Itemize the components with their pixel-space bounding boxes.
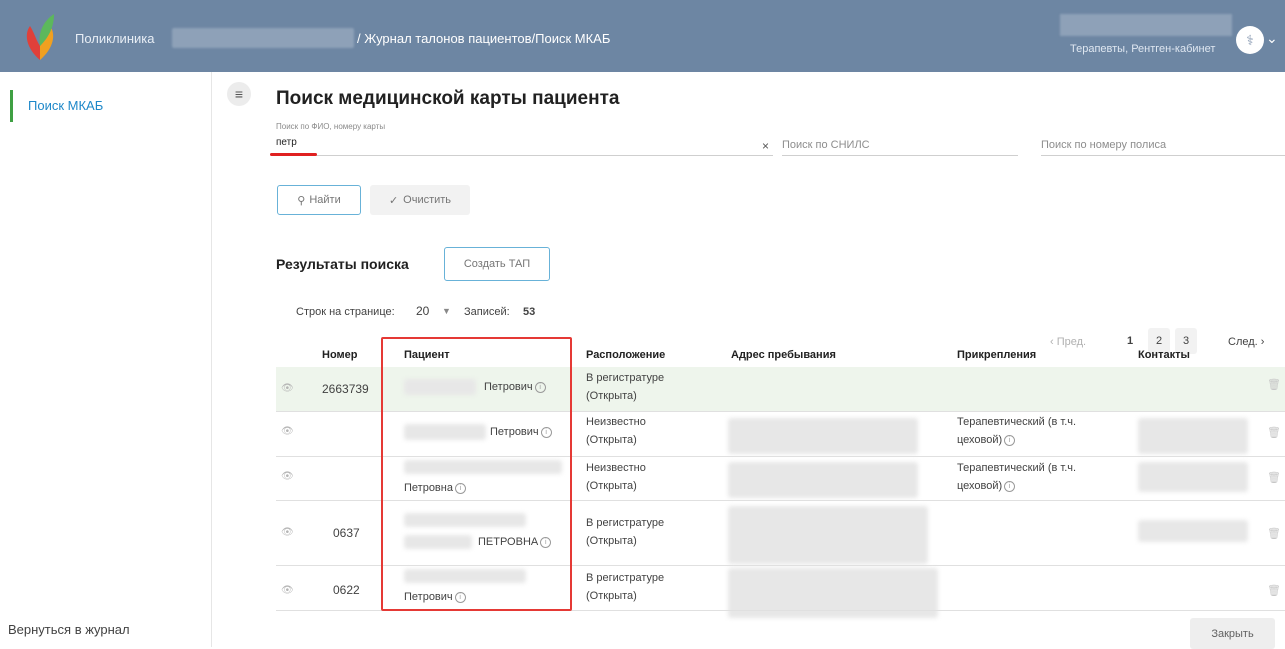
location-status: В регистратуре — [586, 572, 665, 584]
records-label: Записей: — [464, 306, 510, 318]
highlight-underline — [270, 153, 317, 156]
location-state: (Открыта) — [586, 590, 637, 602]
record-number: 0622 — [333, 583, 360, 597]
eye-icon[interactable]: 👁 — [281, 383, 294, 394]
back-to-journal-link[interactable]: Вернуться в журнал — [8, 622, 130, 637]
location-status: В регистратуре — [586, 372, 665, 384]
eye-icon[interactable]: 👁 — [281, 471, 294, 482]
hamburger-icon: ≡ — [234, 86, 244, 102]
menu-toggle-button[interactable]: ≡ — [227, 82, 251, 106]
location-state: (Открыта) — [586, 434, 637, 446]
trash-icon[interactable]: 🗑 — [1267, 471, 1281, 484]
find-button[interactable]: ⚲ Найти — [277, 185, 361, 215]
column-header-number[interactable]: Номер — [322, 349, 358, 361]
address-redacted — [728, 418, 918, 454]
rows-per-page-label: Строк на странице: — [296, 306, 395, 318]
pager-prev[interactable]: ‹ Пред. — [1050, 336, 1086, 348]
stethoscope-icon: ⚕ — [1246, 31, 1254, 48]
clear-button[interactable]: ✓ Очистить — [370, 185, 470, 215]
attachment-type-cont: цеховой) i — [957, 477, 1016, 495]
location-state: (Открыта) — [586, 535, 637, 547]
search-snils-input[interactable]: Поиск по СНИЛС — [782, 139, 870, 151]
trash-icon[interactable]: 🗑 — [1267, 527, 1281, 540]
location-status: В регистратуре — [586, 517, 665, 529]
app-name: Поликлиника — [75, 31, 155, 46]
column-header-address[interactable]: Адрес пребывания — [731, 349, 836, 361]
column-header-contacts[interactable]: Контакты — [1138, 349, 1190, 361]
search-policy-input[interactable]: Поиск по номеру полиса — [1041, 139, 1166, 151]
user-name-redacted — [1060, 14, 1232, 36]
trash-icon[interactable]: 🗑 — [1267, 584, 1281, 597]
location-status: Неизвестно — [586, 462, 646, 474]
location-status: Неизвестно — [586, 416, 646, 428]
search-fio-input[interactable]: петр — [276, 137, 297, 148]
address-redacted — [728, 462, 918, 498]
attachment-type: Терапевтический (в т.ч. — [957, 462, 1077, 474]
patient-column-highlight — [381, 337, 572, 611]
clear-input-icon[interactable]: × — [762, 139, 769, 153]
find-button-label: Найти — [309, 194, 341, 206]
eye-icon[interactable]: 👁 — [281, 426, 294, 437]
contacts-redacted — [1138, 418, 1248, 454]
clear-button-label: Очистить — [403, 194, 452, 206]
location-state: (Открыта) — [586, 390, 637, 402]
clear-icon: ✓ — [388, 194, 399, 207]
search-snils-underline — [782, 155, 1018, 156]
sidebar-item-search-mkab[interactable]: Поиск МКАБ — [28, 98, 103, 113]
info-icon: i — [1004, 480, 1016, 492]
search-fio-label: Поиск по ФИО, номеру карты — [276, 122, 386, 131]
record-number: 2663739 — [322, 382, 369, 396]
top-bar: Поликлиника / Журнал талонов пациентов/П… — [0, 0, 1285, 72]
search-fio-underline — [276, 155, 773, 156]
contacts-redacted — [1138, 462, 1248, 492]
page-title: Поиск медицинской карты пациента — [276, 88, 620, 109]
search-policy-underline — [1041, 155, 1285, 156]
user-role: Терапевты, Рентген-кабинет — [1070, 43, 1216, 55]
close-button[interactable]: Закрыть — [1190, 618, 1275, 649]
eye-icon[interactable]: 👁 — [281, 527, 294, 538]
eye-icon[interactable]: 👁 — [281, 585, 294, 596]
address-redacted — [728, 506, 928, 564]
search-icon: ⚲ — [297, 194, 306, 207]
avatar[interactable]: ⚕ — [1236, 26, 1264, 54]
attachment-type-cont: цеховой) i — [957, 431, 1016, 449]
location-state: (Открыта) — [586, 480, 637, 492]
record-number: 0637 — [333, 526, 360, 540]
attachment-type: Терапевтический (в т.ч. — [957, 416, 1077, 428]
sidebar-active-marker — [10, 90, 13, 122]
rows-per-page-select[interactable]: 20 — [416, 304, 429, 318]
column-header-location[interactable]: Расположение — [586, 349, 665, 361]
info-icon: i — [1004, 434, 1016, 446]
organization-name-redacted — [172, 28, 354, 48]
sidebar — [0, 72, 212, 647]
trash-icon[interactable]: 🗑 — [1267, 378, 1281, 391]
trash-icon[interactable]: 🗑 — [1267, 426, 1281, 439]
contacts-redacted — [1138, 520, 1248, 542]
chevron-down-icon[interactable]: ▼ — [442, 306, 451, 316]
column-header-attachments[interactable]: Прикрепления — [957, 349, 1036, 361]
create-tap-button[interactable]: Создать ТАП — [444, 247, 550, 281]
breadcrumb: / Журнал талонов пациентов/Поиск МКАБ — [357, 31, 611, 46]
app-logo — [26, 14, 54, 60]
results-title: Результаты поиска — [276, 256, 409, 272]
pager-next[interactable]: След. › — [1228, 336, 1264, 348]
chevron-down-icon[interactable]: ⌄ — [1266, 30, 1278, 47]
records-count: 53 — [523, 306, 536, 318]
